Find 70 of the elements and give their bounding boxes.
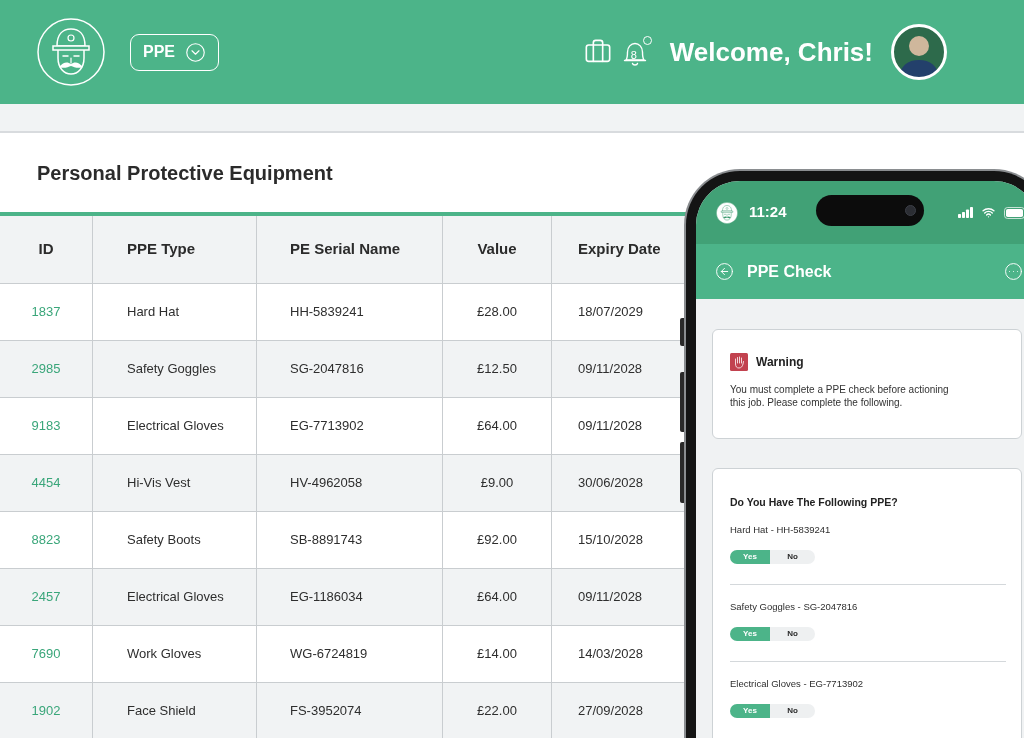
table-cell: 09/11/2028	[552, 569, 684, 626]
table-cell: SG-2047816	[257, 341, 443, 398]
column-header: PE Serial Name	[257, 216, 443, 284]
table-cell: 1837	[0, 284, 93, 341]
table-cell: EG-1186034	[257, 569, 443, 626]
signal-icon	[958, 207, 973, 218]
table-cell: HH-5839241	[257, 284, 443, 341]
chevron-down-icon	[185, 41, 206, 63]
table-cell: 7690	[0, 626, 93, 683]
warning-title: Warning	[756, 354, 804, 371]
app-bar-title: PPE Check	[747, 261, 832, 282]
warning-message: You must complete a PPE check before actioning this job. Please complete the following.	[730, 383, 950, 409]
hand-warning-icon	[730, 353, 748, 371]
table-cell: £28.00	[443, 284, 552, 341]
checklist-item-label: Hard Hat - HH-5839241	[730, 524, 832, 536]
table-cell: Hard Hat	[93, 284, 257, 341]
avatar-icon[interactable]	[891, 24, 947, 80]
answer-toggle[interactable]: No	[770, 550, 815, 564]
table-cell: 9183	[0, 398, 93, 455]
checklist-item-label: Safety Goggles - SG-2047816	[730, 601, 859, 613]
page-title: Personal Protective Equipment	[37, 160, 333, 185]
table-cell: FS-3952074	[257, 683, 443, 738]
table-cell: £64.00	[443, 398, 552, 455]
table-cell: Work Gloves	[93, 626, 257, 683]
table-cell: HV-4962058	[257, 455, 443, 512]
table-cell: £9.00	[443, 455, 552, 512]
worker-logo-icon	[37, 18, 105, 86]
app-logo-icon	[716, 201, 738, 224]
table-cell: £22.00	[443, 683, 552, 738]
table-cell: 2457	[0, 569, 93, 626]
table-cell: 2985	[0, 341, 93, 398]
table-cell: £92.00	[443, 512, 552, 569]
table-cell: Hi-Vis Vest	[93, 455, 257, 512]
back-icon[interactable]	[715, 262, 734, 281]
column-header: Expiry Date	[552, 216, 684, 284]
notification-count: 8	[630, 50, 637, 61]
table-cell: £14.00	[443, 626, 552, 683]
table-cell: WG-6724819	[257, 626, 443, 683]
answer-toggle[interactable]: Yes	[730, 627, 770, 641]
column-header: PPE Type	[93, 216, 257, 284]
table-cell: Electrical Gloves	[93, 569, 257, 626]
answer-toggle[interactable]: No	[770, 704, 815, 718]
checklist-question: Do You Have The Following PPE?	[730, 496, 899, 508]
checklist-item-label: Electrical Gloves - EG-7713902	[730, 678, 865, 690]
table-cell: SB-8891743	[257, 512, 443, 569]
table-cell: Safety Goggles	[93, 341, 257, 398]
table-cell: 09/11/2028	[552, 341, 684, 398]
table-cell: 30/06/2028	[552, 455, 684, 512]
table-cell: EG-7713902	[257, 398, 443, 455]
answer-toggle[interactable]: Yes	[730, 550, 770, 564]
more-options-icon[interactable]	[1004, 262, 1023, 281]
status-time: 11:24	[749, 202, 787, 223]
table-cell: Electrical Gloves	[93, 398, 257, 455]
answer-toggle[interactable]: Yes	[730, 704, 770, 718]
battery-icon	[1004, 206, 1024, 219]
wifi-icon	[981, 206, 996, 219]
camera-lens-icon	[905, 205, 916, 216]
table-cell: £64.00	[443, 569, 552, 626]
table-cell: Safety Boots	[93, 512, 257, 569]
table-cell: 1902	[0, 683, 93, 738]
table-cell: Face Shield	[93, 683, 257, 738]
table-cell: 27/09/2028	[552, 683, 684, 738]
table-cell: £12.50	[443, 341, 552, 398]
ppe-menu-button[interactable]: PPE	[130, 33, 219, 71]
welcome-greeting: Welcome, Chris!	[669, 37, 873, 67]
column-header: ID	[0, 216, 93, 284]
table-cell: 8823	[0, 512, 93, 569]
table-cell: 4454	[0, 455, 93, 512]
column-header: Value	[443, 216, 552, 284]
answer-toggle[interactable]: No	[770, 627, 815, 641]
